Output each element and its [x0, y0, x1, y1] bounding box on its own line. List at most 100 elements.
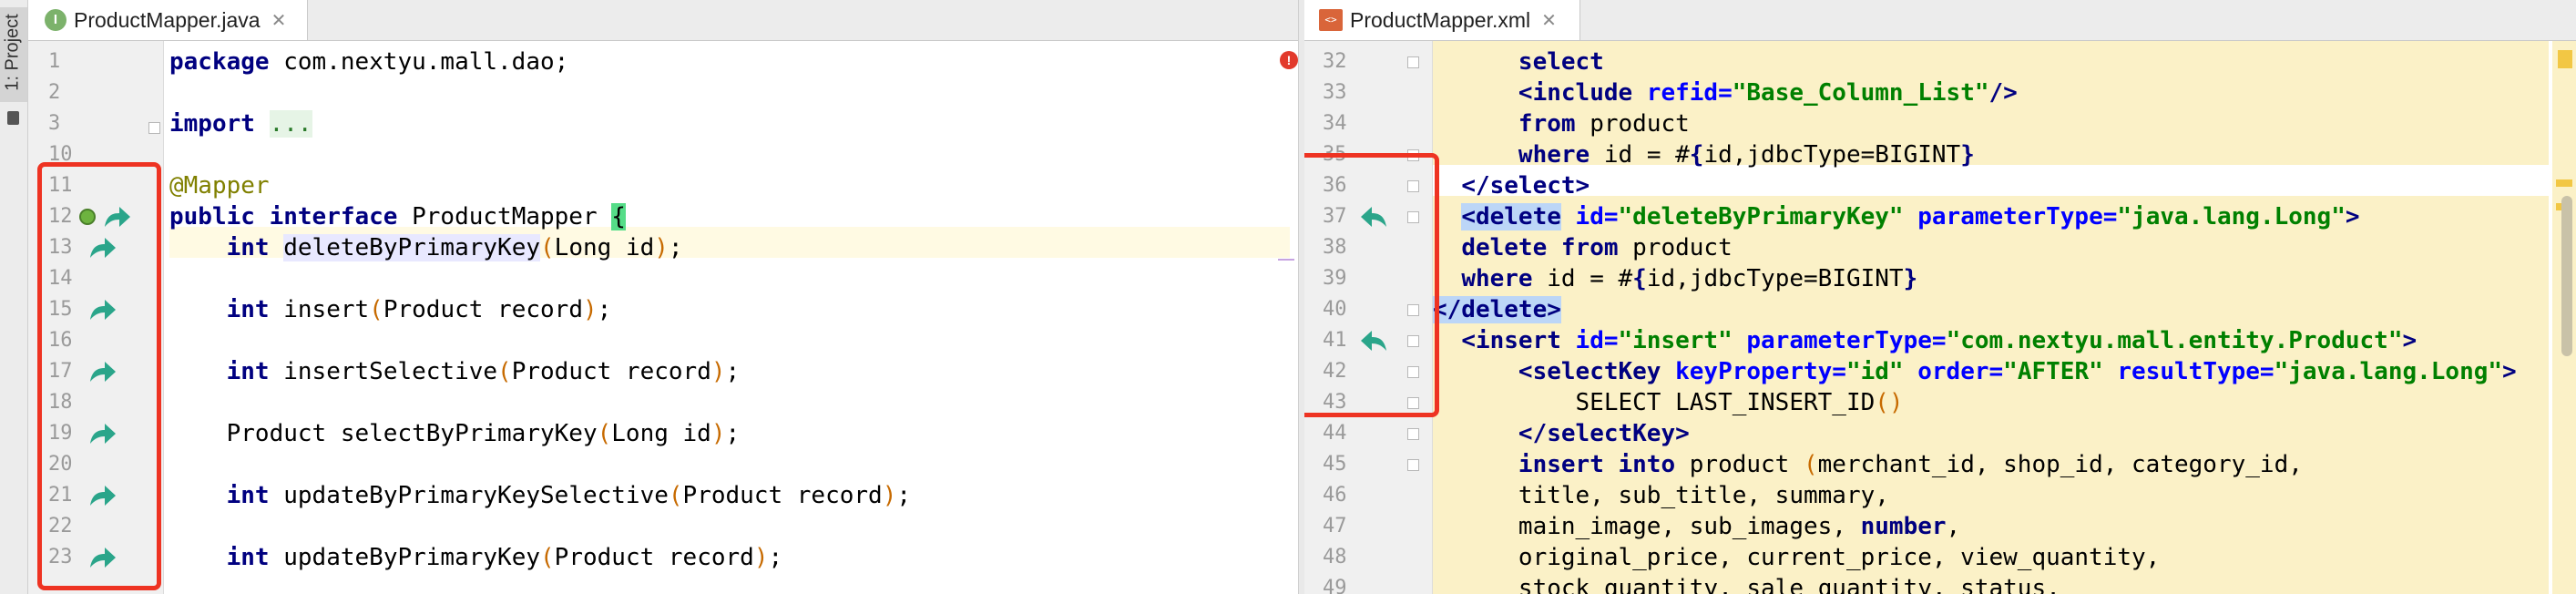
- java-code-area[interactable]: package com.nextyu.mall.dao; import ... @M…: [169, 41, 1290, 594]
- xml-scroll-track[interactable]: [2552, 41, 2576, 594]
- code-token: delete from: [1461, 234, 1619, 261]
- fold-toggle-icon[interactable]: [1407, 459, 1419, 471]
- fold-toggle-icon[interactable]: [1407, 56, 1419, 68]
- code-line[interactable]: int updateByPrimaryKey(Product record);: [169, 542, 783, 573]
- tab-label: ProductMapper.java: [74, 7, 261, 32]
- code-token: <insert: [1461, 327, 1561, 354]
- scrollbar-thumb[interactable]: [2561, 196, 2572, 356]
- code-line[interactable]: title, sub_title, summary,: [1433, 480, 1889, 511]
- code-line[interactable]: original_price, current_price, view_quan…: [1433, 542, 2160, 573]
- code-line[interactable]: <insert id="insert" parameterType="com.n…: [1433, 325, 2417, 356]
- code-line[interactable]: <delete id="deleteByPrimaryKey" paramete…: [1433, 201, 2360, 232]
- code-token: id,jdbcType=BIGINT: [1646, 265, 1904, 292]
- code-token: "AFTER": [2003, 358, 2103, 385]
- tab-productmapper-java[interactable]: I ProductMapper.java ✕: [28, 0, 308, 40]
- code-token: </select>: [1461, 172, 1590, 200]
- code-line[interactable]: package com.nextyu.mall.dao;: [169, 46, 568, 77]
- code-token: (: [540, 234, 555, 261]
- code-token: ProductMapper: [397, 203, 612, 230]
- warning-marker-icon[interactable]: [2558, 50, 2572, 68]
- code-token: id = #: [1590, 141, 1690, 169]
- code-token: ): [710, 420, 726, 447]
- code-token: public: [169, 203, 255, 230]
- code-token: com.nextyu.mall.dao;: [269, 48, 569, 76]
- scroll-marker: [2556, 179, 2572, 187]
- code-line[interactable]: int insert(Product record);: [169, 294, 612, 325]
- fold-toggle-icon[interactable]: [1407, 428, 1419, 440]
- code-line[interactable]: @Mapper: [169, 170, 270, 201]
- code-line[interactable]: <selectKey keyProperty="id" order="AFTER…: [1433, 356, 2517, 387]
- code-line[interactable]: </selectKey>: [1433, 418, 1690, 449]
- code-line[interactable]: public interface ProductMapper {: [169, 201, 626, 232]
- structure-icon[interactable]: [7, 111, 19, 125]
- code-line[interactable]: <include refid="Base_Column_List"/>: [1433, 77, 2018, 108]
- code-line[interactable]: import ...: [169, 108, 312, 139]
- code-line[interactable]: int deleteByPrimaryKey(Long id);: [169, 232, 683, 263]
- code-token: <include: [1518, 79, 1633, 107]
- code-token: SELECT LAST_INSERT_ID: [1433, 389, 1876, 416]
- line-number: 32: [1323, 50, 1347, 73]
- code-token: insert: [269, 296, 370, 323]
- code-line[interactable]: stock_quantity, sale_quantity, status,: [1433, 573, 2060, 594]
- code-line[interactable]: where id = #{id,jdbcType=BIGINT}: [1433, 139, 1975, 170]
- code-token: ;: [725, 420, 741, 447]
- code-token: Product selectByPrimaryKey: [169, 420, 598, 447]
- line-number: 1: [48, 50, 61, 73]
- tab-productmapper-xml[interactable]: <> ProductMapper.xml ✕: [1304, 0, 1580, 40]
- code-line[interactable]: main_image, sub_images, number,: [1433, 511, 1960, 542]
- code-line[interactable]: int insertSelective(Product record);: [169, 356, 741, 387]
- code-token: int: [226, 544, 270, 571]
- code-token: ): [654, 234, 669, 261]
- code-token: id=: [1560, 327, 1619, 354]
- code-token: title, sub_title, summary,: [1433, 482, 1889, 509]
- project-tool-tab[interactable]: 1: Project: [0, 7, 27, 102]
- tool-window-strip: 1: Project: [0, 0, 28, 594]
- code-line[interactable]: SELECT LAST_INSERT_ID(): [1433, 387, 1904, 418]
- close-tab-icon[interactable]: ✕: [1541, 9, 1557, 31]
- code-token: resultType=: [2102, 358, 2274, 385]
- code-token: keyProperty=: [1661, 358, 1846, 385]
- code-token: product: [1575, 110, 1690, 138]
- code-token: where: [1518, 141, 1590, 169]
- code-token: "deleteByPrimaryKey": [1618, 203, 1904, 230]
- code-line[interactable]: int updateByPrimaryKeySelective(Product …: [169, 480, 911, 511]
- code-line[interactable]: where id = #{id,jdbcType=BIGINT}: [1433, 263, 1917, 294]
- code-token: Long id: [611, 420, 711, 447]
- line-number: 33: [1323, 81, 1347, 104]
- code-token: package: [169, 48, 270, 76]
- code-token: (: [369, 296, 383, 323]
- java-interface-icon: I: [45, 9, 66, 31]
- code-token: parameterType=: [1732, 327, 1947, 354]
- code-token: ): [882, 482, 897, 509]
- code-line[interactable]: </select>: [1433, 170, 1590, 201]
- code-line[interactable]: select: [1433, 46, 1604, 77]
- code-token: stock_quantity, sale_quantity, status,: [1433, 575, 2060, 594]
- error-indicator-icon[interactable]: !: [1280, 51, 1298, 69]
- code-line[interactable]: delete from product: [1433, 232, 1732, 263]
- code-token: int: [226, 234, 270, 261]
- code-line[interactable]: from product: [1433, 108, 1690, 139]
- code-token: insert into: [1518, 451, 1676, 478]
- java-editor-pane: I ProductMapper.java ✕ 1 2 3 10 11 12 13 14 15 16…: [28, 0, 1298, 594]
- fold-toggle-icon[interactable]: [148, 122, 160, 134]
- code-line[interactable]: insert into product (merchant_id, shop_i…: [1433, 449, 2303, 480]
- line-number: 45: [1323, 453, 1347, 476]
- xml-code-area[interactable]: select <include refid="Base_Column_List"…: [1433, 41, 2549, 594]
- close-tab-icon[interactable]: ✕: [271, 9, 287, 31]
- code-line[interactable]: Product selectByPrimaryKey(Long id);: [169, 418, 741, 449]
- code-token: "com.nextyu.mall.entity.Product": [1946, 327, 2403, 354]
- code-line[interactable]: </delete>: [1433, 294, 1561, 325]
- code-token: }: [1903, 265, 1918, 292]
- code-token: where: [1461, 265, 1533, 292]
- code-token: >: [2345, 203, 2360, 230]
- code-token: interface: [269, 203, 398, 230]
- code-token: id = #: [1532, 265, 1633, 292]
- line-number: 46: [1323, 484, 1347, 507]
